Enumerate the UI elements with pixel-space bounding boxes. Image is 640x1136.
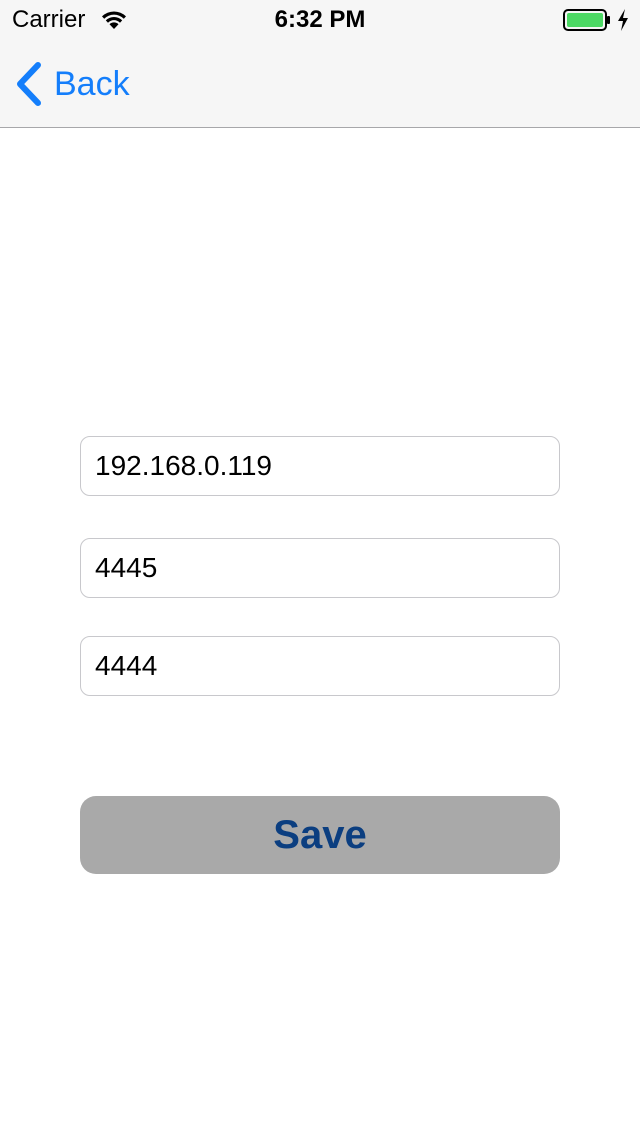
charging-bolt-icon bbox=[618, 9, 628, 31]
save-button[interactable]: Save bbox=[80, 796, 560, 874]
port-field-2[interactable] bbox=[80, 636, 560, 696]
navigation-bar: Back bbox=[0, 40, 640, 128]
top-bar: Carrier 6:32 PM Back bbox=[0, 0, 640, 128]
chevron-left-icon bbox=[17, 62, 41, 106]
status-bar: Carrier 6:32 PM bbox=[0, 0, 640, 40]
back-label: Back bbox=[54, 65, 130, 103]
back-button[interactable]: Back bbox=[14, 60, 130, 108]
battery-icon bbox=[563, 9, 610, 31]
ip-address-field[interactable] bbox=[80, 436, 560, 496]
clock: 6:32 PM bbox=[274, 6, 366, 33]
port-field-1[interactable] bbox=[80, 538, 560, 598]
settings-screen: Carrier 6:32 PM Back 192.168.0.119 4445 … bbox=[0, 0, 640, 1136]
